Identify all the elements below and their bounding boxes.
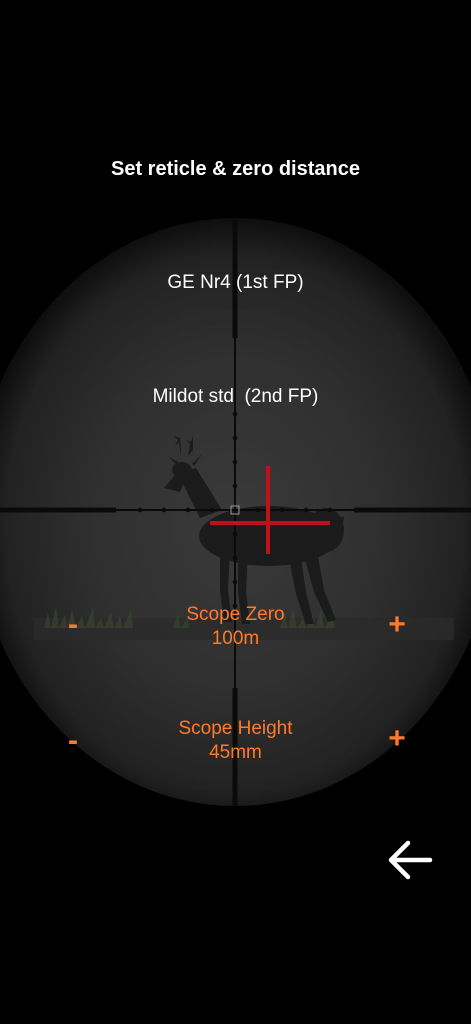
deer-silhouette [164, 436, 344, 624]
back-button[interactable] [384, 836, 436, 884]
reticle-option-mildot[interactable]: Mildot std (2nd FP) [0, 386, 471, 408]
reticle-settings-screen: Set reticle & zero distance GE Nr4 (1st … [0, 0, 471, 1024]
reticle-option-ge-nr4[interactable]: GE Nr4 (1st FP) [0, 272, 471, 294]
scope-height-increase-button[interactable]: + [380, 724, 414, 758]
scope-zero-increase-button[interactable]: + [380, 610, 414, 644]
arrow-left-icon [388, 840, 433, 880]
page-title: Set reticle & zero distance [111, 158, 360, 180]
